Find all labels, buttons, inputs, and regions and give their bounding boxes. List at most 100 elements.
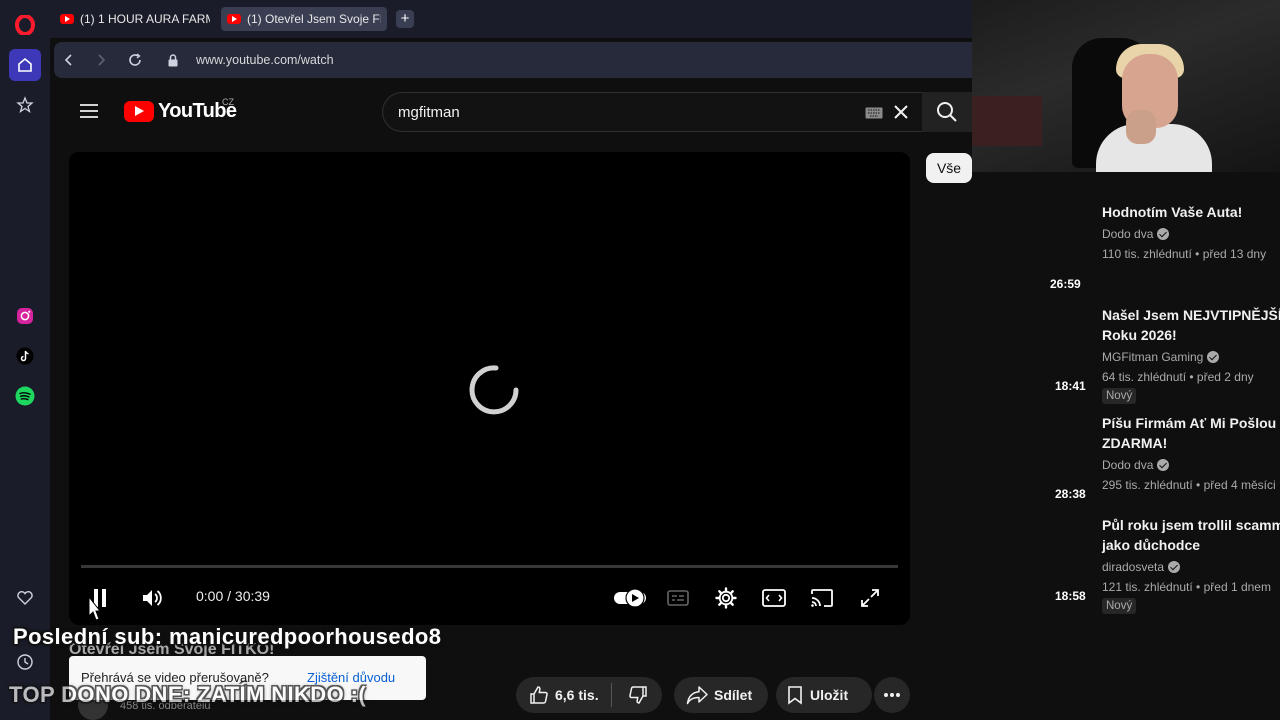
like-divider	[610, 683, 612, 707]
top-dono-overlay: TOP DONO DNE: ZATÍM NIKDO :(	[9, 682, 367, 707]
recommendation-item[interactable]: 28:38 Píšu Firmám Ať Mi Pošlou Ne ZDARMA!…	[1000, 413, 1280, 513]
search-input[interactable]: mgfitman	[398, 104, 460, 121]
more-horizontal-icon	[884, 693, 900, 697]
browser-sidebar	[0, 0, 50, 720]
title-line-2: Roku 2026!	[1102, 327, 1177, 343]
tab-fitko-video[interactable]: (1) Otevřel Jsem Svoje FIT	[221, 7, 387, 31]
screen: (1) 1 HOUR AURA FARMIN (1) Otevřel Jsem …	[0, 0, 1280, 720]
recommendation-channel[interactable]: Dodo dva	[1102, 227, 1170, 241]
forward-icon[interactable]	[92, 51, 110, 69]
recommendation-channel[interactable]: MGFitman Gaming	[1102, 350, 1220, 364]
title-line-2: jako důchodce	[1102, 537, 1201, 553]
duration-badge: 26:59	[1050, 277, 1081, 291]
recommendation-meta: 121 tis. zhlédnutí • před 1 dnem	[1102, 580, 1271, 594]
channel-name: MGFitman Gaming	[1102, 350, 1204, 364]
webcam-streamer-hand	[1126, 110, 1156, 144]
settings-gear-icon[interactable]	[712, 584, 740, 612]
heart-icon[interactable]	[9, 582, 41, 614]
autoplay-toggle[interactable]	[614, 588, 646, 608]
video-player[interactable]: 0:00 / 30:39	[69, 152, 910, 625]
verified-icon	[1168, 561, 1181, 573]
star-icon[interactable]	[9, 89, 41, 121]
recommendation-item[interactable]: 18:58 Půl roku jsem trollil scammer jako …	[1000, 515, 1280, 620]
like-icon[interactable]	[529, 685, 549, 705]
spotify-icon[interactable]	[9, 380, 41, 412]
home-icon[interactable]	[9, 49, 41, 81]
clear-search-icon[interactable]	[892, 103, 910, 121]
duration-badge: 18:58	[1055, 589, 1086, 603]
share-button[interactable]: Sdílet	[674, 677, 768, 713]
verified-icon	[1157, 228, 1170, 240]
recommendation-title[interactable]: Našel Jsem NEJVTIPNĚJŠÍ Hr Roku 2026!	[1102, 305, 1280, 345]
new-tab-button[interactable]: +	[396, 10, 414, 28]
url-field[interactable]: www.youtube.com/watch	[196, 53, 334, 67]
address-bar: www.youtube.com/watch	[54, 42, 972, 78]
volume-icon[interactable]	[139, 584, 167, 612]
channel-name: Dodo dva	[1102, 227, 1154, 241]
search-button[interactable]	[922, 92, 972, 132]
loading-spinner-icon	[469, 365, 519, 415]
channel-name: diradosveta	[1102, 560, 1165, 574]
region-code: CZ	[222, 97, 234, 107]
last-sub-overlay: Poslední sub: manicuredpoorhousedo8	[13, 624, 442, 649]
save-button[interactable]: Uložit	[776, 677, 872, 713]
like-count[interactable]: 6,6 tis.	[555, 687, 599, 703]
history-icon[interactable]	[9, 646, 41, 678]
tab-bar: (1) 1 HOUR AURA FARMIN (1) Otevřel Jsem …	[50, 0, 972, 38]
tiktok-icon[interactable]	[9, 340, 41, 372]
duration-badge: 28:38	[1055, 487, 1086, 501]
duration-badge: 18:41	[1055, 379, 1086, 393]
subtitles-icon[interactable]	[664, 584, 692, 612]
progress-bar[interactable]	[81, 565, 898, 568]
youtube-logo[interactable]: YouTube	[124, 100, 237, 123]
verified-icon	[1207, 351, 1220, 363]
fullscreen-icon[interactable]	[856, 584, 884, 612]
time-display: 0:00 / 30:39	[196, 588, 270, 604]
tab-label: (1) 1 HOUR AURA FARMIN	[80, 12, 210, 26]
channel-name: Dodo dva	[1102, 458, 1154, 472]
theater-mode-icon[interactable]	[760, 584, 788, 612]
recommendation-meta: 295 tis. zhlédnutí • před 4 měsíci	[1102, 478, 1276, 492]
lock-icon[interactable]	[164, 51, 182, 69]
share-label: Sdílet	[714, 687, 753, 703]
youtube-logo-icon	[124, 101, 154, 122]
like-dislike-group: 6,6 tis.	[516, 677, 662, 713]
new-badge: Nový	[1102, 388, 1137, 404]
recommendation-item[interactable]: 18:41 Našel Jsem NEJVTIPNĚJŠÍ Hr Roku 202…	[1000, 305, 1280, 405]
instagram-icon[interactable]	[9, 300, 41, 332]
recommendation-title[interactable]: Půl roku jsem trollil scammer jako důchod…	[1102, 515, 1280, 555]
verified-icon	[1157, 459, 1170, 471]
title-line-2: ZDARMA!	[1102, 435, 1168, 451]
title-line-1: Půl roku jsem trollil scammer	[1102, 517, 1280, 533]
new-badge: Nový	[1102, 598, 1137, 614]
more-actions-button[interactable]	[874, 677, 910, 713]
recommendation-title[interactable]: Hodnotím Vaše Auta!	[1102, 202, 1280, 222]
tab-label: (1) Otevřel Jsem Svoje FIT	[247, 12, 381, 26]
youtube-favicon-icon	[60, 14, 74, 24]
opera-logo-icon[interactable]	[9, 9, 41, 41]
tab-aura-farming[interactable]: (1) 1 HOUR AURA FARMIN	[54, 7, 216, 31]
search-box[interactable]: mgfitman	[382, 92, 922, 132]
menu-icon[interactable]	[80, 102, 98, 120]
chip-all[interactable]: Vše	[926, 153, 972, 183]
dislike-icon[interactable]	[628, 685, 648, 705]
recommendation-title[interactable]: Píšu Firmám Ať Mi Pošlou Ne ZDARMA!	[1102, 413, 1280, 453]
share-icon	[686, 686, 708, 705]
title-line-1: Píšu Firmám Ať Mi Pošlou Ne	[1102, 415, 1280, 431]
recommendation-channel[interactable]: Dodo dva	[1102, 458, 1170, 472]
keyboard-icon[interactable]	[865, 106, 883, 119]
search-icon	[937, 102, 957, 122]
recommendation-meta: 110 tis. zhlédnutí • před 13 dny	[1102, 247, 1267, 261]
recommendation-item[interactable]: 26:59 Hodnotím Vaše Auta! Dodo dva 110 t…	[1000, 202, 1280, 302]
mouse-cursor-icon	[88, 596, 100, 621]
webcam-background	[972, 96, 1042, 146]
recommendation-channel[interactable]: diradosveta	[1102, 560, 1181, 574]
cast-icon[interactable]	[808, 584, 836, 612]
webcam-overlay	[972, 0, 1280, 172]
bookmark-icon	[788, 686, 802, 705]
back-icon[interactable]	[60, 51, 78, 69]
reload-icon[interactable]	[126, 51, 144, 69]
recommendation-meta: 64 tis. zhlédnutí • před 2 dny	[1102, 370, 1254, 384]
save-label: Uložit	[810, 687, 849, 703]
title-line-1: Našel Jsem NEJVTIPNĚJŠÍ Hr	[1102, 307, 1280, 323]
